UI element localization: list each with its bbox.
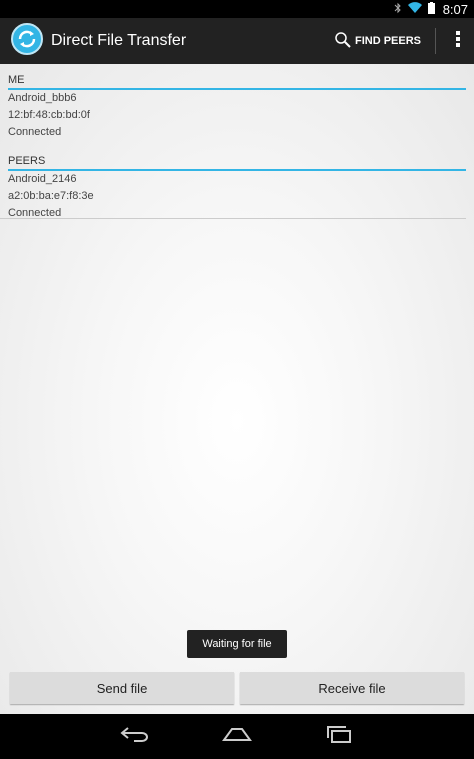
clock: 8:07 bbox=[442, 1, 468, 17]
peer-device-status: Connected bbox=[8, 207, 62, 219]
search-icon bbox=[335, 31, 355, 51]
overflow-menu-icon bbox=[456, 30, 460, 52]
me-device-status: Connected bbox=[8, 126, 62, 138]
back-button[interactable] bbox=[115, 722, 155, 752]
me-device-info: Android_bbb6 12:bf:48:cb:bd:0f Connected bbox=[8, 90, 90, 141]
find-peers-label: FIND PEERS bbox=[354, 35, 421, 47]
navigation-bar bbox=[0, 714, 474, 759]
me-device-address: 12:bf:48:cb:bd:0f bbox=[8, 109, 90, 121]
peer-device-name: Android_2146 bbox=[8, 173, 77, 185]
peer-device-address: a2:0b:ba:e7:f8:3e bbox=[8, 190, 94, 202]
find-peers-button[interactable]: FIND PEERS bbox=[327, 18, 429, 64]
peers-section-header: PEERS bbox=[8, 155, 466, 171]
app-icon bbox=[0, 22, 43, 60]
wifi-icon bbox=[407, 2, 422, 16]
home-button[interactable] bbox=[217, 722, 257, 752]
toast-message: Waiting for file bbox=[187, 630, 287, 658]
action-bar-divider bbox=[435, 28, 436, 54]
back-icon bbox=[120, 726, 150, 747]
home-icon bbox=[222, 726, 252, 747]
app-title: Direct File Transfer bbox=[51, 32, 187, 49]
action-bar: Direct File Transfer FIND PEERS bbox=[0, 18, 474, 64]
peer-list-item[interactable]: Android_2146 a2:0b:ba:e7:f8:3e Connected bbox=[0, 171, 466, 219]
me-device-name: Android_bbb6 bbox=[8, 92, 77, 104]
overflow-menu-button[interactable] bbox=[442, 18, 474, 64]
me-section-header: ME bbox=[8, 74, 466, 90]
recent-apps-button[interactable] bbox=[319, 722, 359, 752]
bluetooth-icon bbox=[394, 2, 402, 17]
recent-apps-icon bbox=[324, 725, 354, 748]
peer-device-info: Android_2146 a2:0b:ba:e7:f8:3e Connected bbox=[8, 171, 94, 222]
battery-icon bbox=[427, 1, 435, 17]
status-bar: 8:07 bbox=[0, 0, 474, 18]
content-area: ME Android_bbb6 12:bf:48:cb:bd:0f Connec… bbox=[0, 64, 474, 714]
send-file-button[interactable]: Send file bbox=[10, 672, 234, 704]
receive-file-button[interactable]: Receive file bbox=[240, 672, 464, 704]
